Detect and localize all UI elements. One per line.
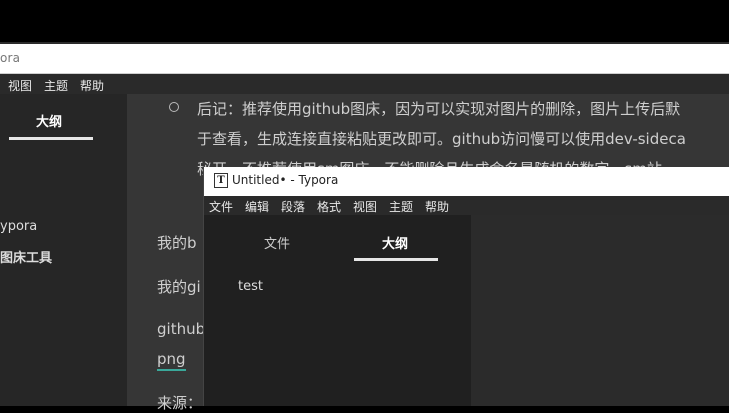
menu-format[interactable]: 格式 [317,198,341,215]
background-window-titlebar[interactable]: ora [0,44,729,74]
menu-paragraph[interactable]: 段落 [281,198,305,215]
menu-theme[interactable]: 主题 [389,198,413,215]
bg-tab-outline-underline [9,137,93,140]
window-title: Untitled• - Typora [232,173,339,187]
editor-link[interactable]: png [157,350,186,371]
paragraph: 来源： [157,394,203,412]
typora-window: T Untitled• - Typora 文件 编辑 段落 格式 视图 主题 帮… [203,167,729,406]
bg-menu-view[interactable]: 视图 [8,77,32,94]
paragraph: 我的gi [157,278,201,296]
menu-help[interactable]: 帮助 [425,198,449,215]
bullet-text-line: 后记：推荐使用github图床，因为可以实现对图片的删除，图片上传后默 [197,100,681,118]
tab-outline[interactable]: 大纲 [382,233,408,252]
outline-item[interactable]: test [238,279,263,294]
background-sidebar: 大纲 ypora 图床工具 [0,94,127,406]
window-titlebar[interactable]: T Untitled• - Typora [204,167,729,196]
bullet-circle-icon [169,102,179,112]
background-window-title: ora [0,51,21,65]
typora-app-icon: T [214,173,228,188]
bg-tab-outline[interactable]: 大纲 [36,111,62,130]
tab-outline-underline [354,258,438,261]
bg-outline-item[interactable]: ypora [0,219,37,234]
menu-file[interactable]: 文件 [209,198,233,215]
bg-menu-help[interactable]: 帮助 [80,77,104,94]
sidebar: 文件 大纲 test [204,215,471,406]
bullet-text-line: 于查看，生成连接直接粘贴更改即可。github访问慢可以使用dev-sideca [197,130,686,148]
desktop-top-area [0,0,729,44]
bg-outline-item[interactable]: 图床工具 [0,247,52,266]
paragraph: github [157,320,206,338]
menubar: 文件 编辑 段落 格式 视图 主题 帮助 [204,196,729,215]
menu-view[interactable]: 视图 [353,198,377,215]
tab-files[interactable]: 文件 [264,233,290,252]
editor-area[interactable] [471,215,729,406]
menu-edit[interactable]: 编辑 [245,198,269,215]
paragraph: 我的b [157,234,197,252]
background-menubar: 视图 主题 帮助 [0,74,729,94]
bg-menu-theme[interactable]: 主题 [44,77,68,94]
